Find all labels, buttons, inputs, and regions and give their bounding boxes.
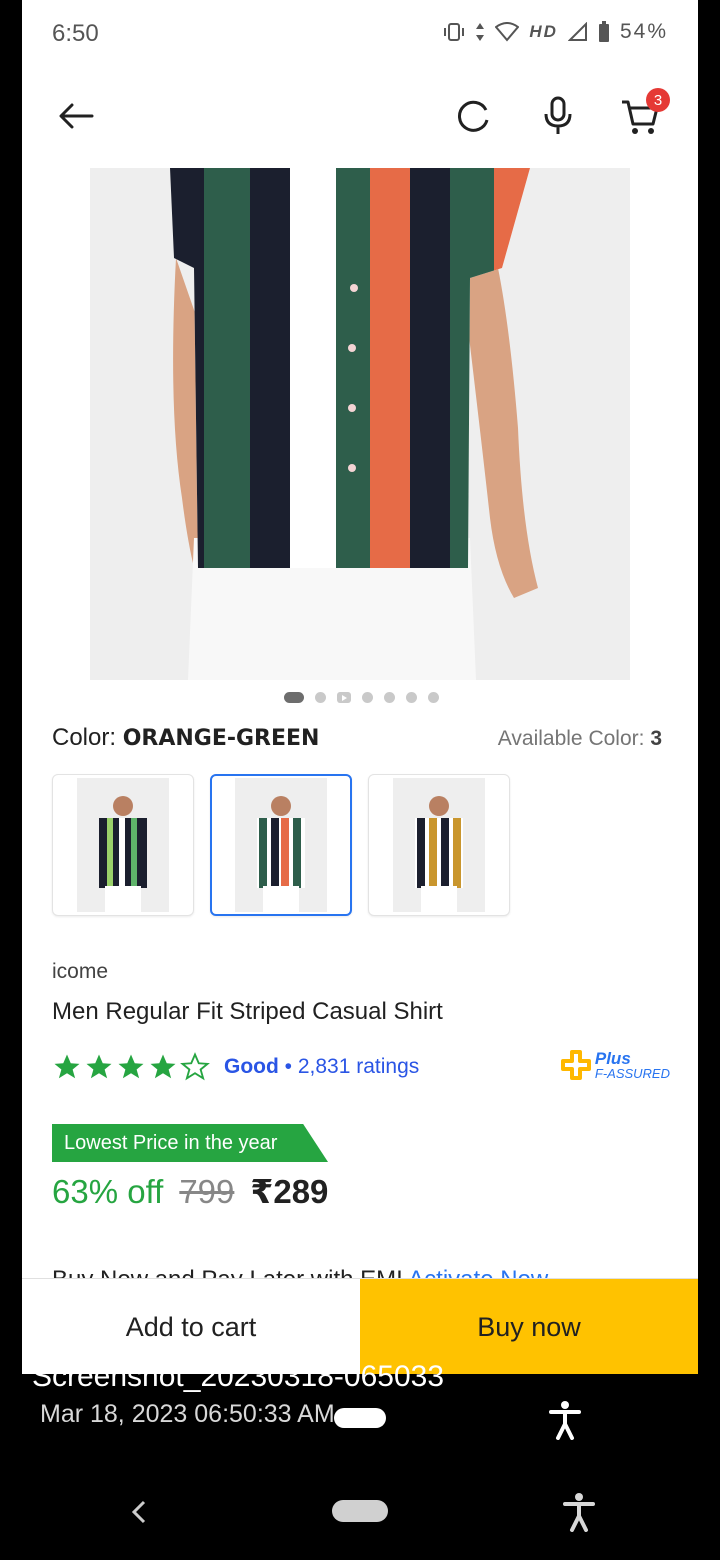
color-row: Color: ORANGE-GREEN Available Color: 3 bbox=[52, 724, 662, 758]
data-arrows-icon bbox=[476, 23, 485, 41]
star-filled-icon bbox=[150, 1054, 176, 1079]
accessibility-icon[interactable] bbox=[548, 1400, 582, 1445]
system-nav-bar bbox=[0, 1470, 720, 1560]
overlay-pill bbox=[334, 1408, 386, 1428]
star-empty-icon bbox=[180, 1052, 210, 1081]
rating-summary: Good • 2,831 ratings bbox=[224, 1055, 419, 1079]
plus-badge-icon bbox=[560, 1050, 591, 1080]
color-variant-orange-green[interactable] bbox=[210, 774, 352, 916]
available-count: 3 bbox=[650, 727, 662, 750]
star-filled-icon bbox=[54, 1054, 80, 1079]
plus-badge-text: Plus F-ASSURED bbox=[595, 1050, 670, 1080]
variant-thumb-yellow-stripe bbox=[393, 778, 485, 912]
color-label: Color: ORANGE-GREEN bbox=[52, 724, 319, 752]
product-title: Men Regular Fit Striped Casual Shirt bbox=[52, 998, 443, 1025]
network-type: HD bbox=[529, 22, 558, 41]
screenshot-date: Mar 18, 2023 06:50:33 AM bbox=[40, 1400, 335, 1428]
status-time: 6:50 bbox=[52, 20, 99, 47]
nav-back-icon[interactable] bbox=[128, 1494, 152, 1535]
brand-name[interactable]: icome bbox=[52, 960, 108, 984]
plus-subtitle: F-ASSURED bbox=[594, 1066, 670, 1081]
cart-button[interactable]: 3 bbox=[610, 78, 670, 154]
carousel-dot[interactable] bbox=[428, 692, 439, 703]
mic-icon bbox=[544, 96, 572, 134]
available-label: Available Color: bbox=[497, 727, 645, 750]
color-value: ORANGE-GREEN bbox=[122, 726, 320, 751]
cart-count-badge: 3 bbox=[646, 88, 670, 112]
available-colors: Available Color: 3 bbox=[498, 727, 662, 751]
app-screen: 6:50 HD 54% 3 Color: ORANGE-GREEN Availa… bbox=[22, 0, 698, 1374]
original-price: 799 bbox=[179, 1173, 235, 1210]
carousel-dots bbox=[284, 692, 439, 703]
voice-search-button[interactable] bbox=[528, 78, 588, 154]
accessibility-shortcut-icon[interactable] bbox=[562, 1492, 596, 1537]
status-bar: 6:50 HD 54% bbox=[22, 0, 698, 68]
product-image[interactable] bbox=[90, 168, 630, 680]
product-photo bbox=[90, 168, 630, 680]
color-label-text: Color: bbox=[52, 724, 117, 751]
carousel-dot[interactable] bbox=[362, 692, 373, 703]
battery-level: 54% bbox=[619, 20, 668, 43]
variant-thumb-orange-green bbox=[235, 778, 327, 912]
carousel-dot[interactable] bbox=[315, 692, 326, 703]
refresh-button[interactable] bbox=[444, 78, 504, 154]
rating-row[interactable]: Good • 2,831 ratings Plus F-ASSURED bbox=[52, 1050, 672, 1084]
variant-thumb-green-stripe bbox=[77, 778, 169, 912]
carousel-dot-active[interactable] bbox=[284, 692, 304, 703]
carousel-dot[interactable] bbox=[384, 692, 395, 703]
status-icons: HD 54% bbox=[443, 20, 668, 44]
plus-title: Plus bbox=[594, 1049, 631, 1068]
vibrate-icon bbox=[444, 23, 465, 41]
ratings-count: • 2,831 ratings bbox=[284, 1055, 420, 1078]
price-row: 63% off 799 ₹289 bbox=[52, 1172, 328, 1211]
screenshot-filename: Screenshot_20230318-065033 bbox=[32, 1360, 445, 1393]
back-arrow-icon bbox=[59, 103, 94, 129]
star-filled-icon bbox=[118, 1054, 144, 1079]
discount-percent: 63% off bbox=[52, 1173, 164, 1210]
selling-price: ₹289 bbox=[250, 1173, 329, 1210]
carousel-dot[interactable] bbox=[406, 692, 417, 703]
battery-icon bbox=[598, 21, 609, 42]
wifi-icon bbox=[495, 22, 520, 42]
color-variant-yellow-stripe[interactable] bbox=[368, 774, 510, 916]
rating-stars bbox=[52, 1052, 210, 1082]
back-button[interactable] bbox=[46, 78, 106, 154]
rating-word: Good bbox=[224, 1055, 279, 1078]
refresh-icon bbox=[458, 100, 489, 132]
app-bar: 3 bbox=[22, 78, 698, 154]
color-variants bbox=[52, 774, 510, 916]
plus-assured-badge: Plus F-ASSURED bbox=[560, 1050, 670, 1080]
star-filled-icon bbox=[86, 1054, 112, 1079]
signal-icon bbox=[567, 22, 587, 41]
nav-home-pill[interactable] bbox=[332, 1500, 388, 1522]
color-variant-green-stripe[interactable] bbox=[52, 774, 194, 916]
video-dot-icon[interactable] bbox=[337, 692, 351, 703]
lowest-price-tag: Lowest Price in the year bbox=[52, 1124, 328, 1162]
